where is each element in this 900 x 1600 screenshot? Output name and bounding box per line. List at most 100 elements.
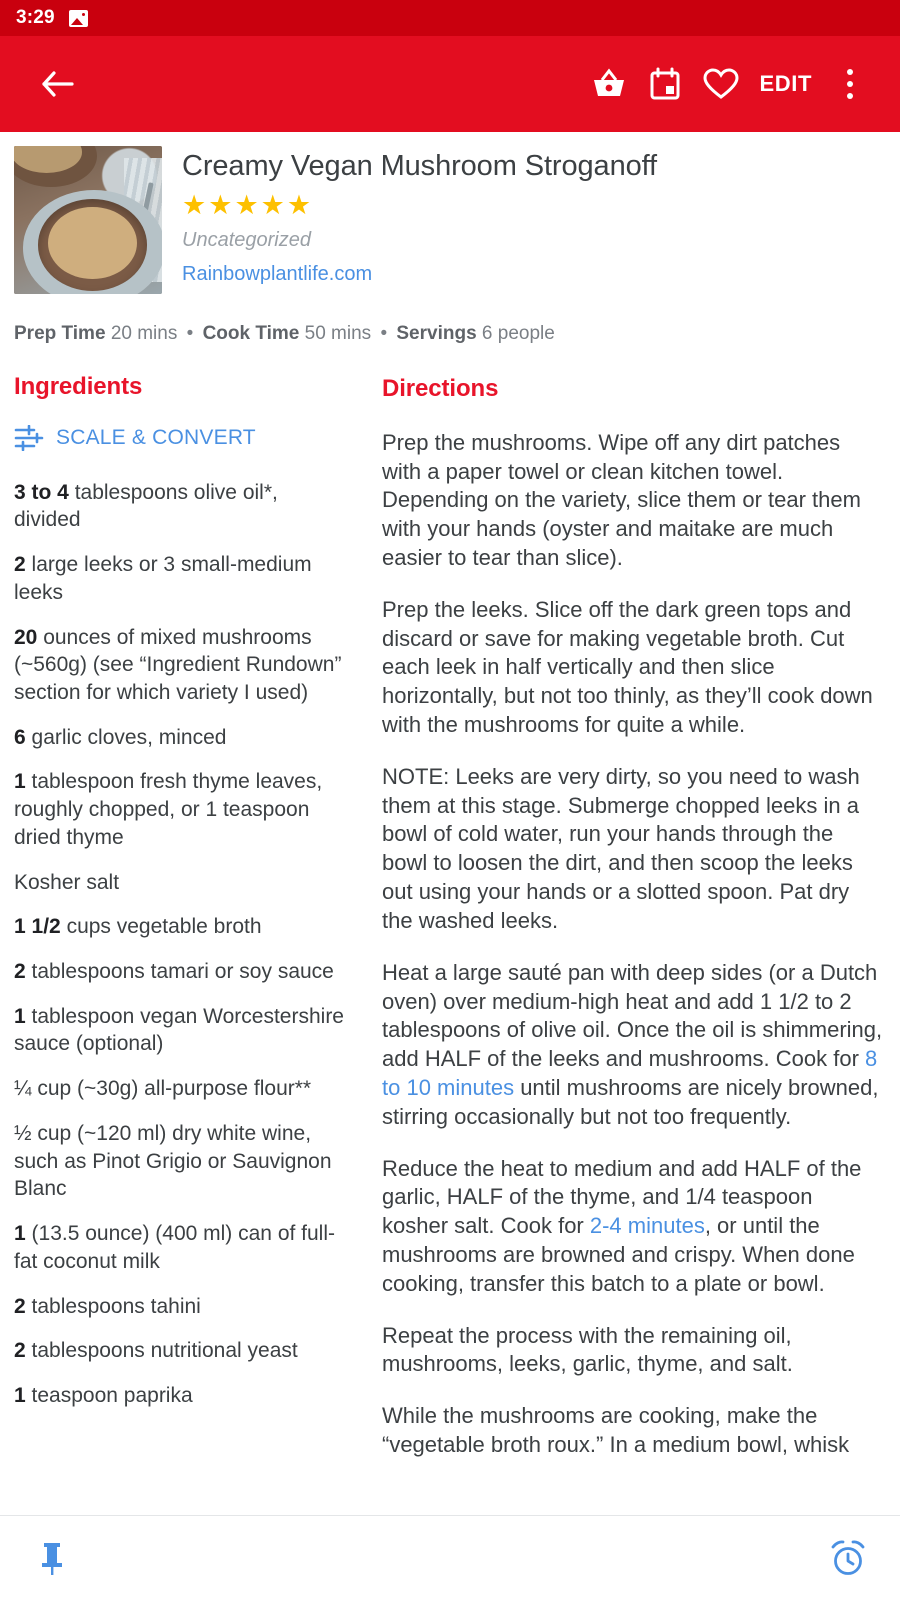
more-vertical-icon <box>847 69 853 75</box>
bottom-bar <box>0 1515 900 1600</box>
ingredient-text: garlic cloves, minced <box>31 725 227 749</box>
ingredient-item[interactable]: 3 to 4 tablespoons olive oil*, divided <box>14 479 350 534</box>
shopping-basket-button[interactable] <box>581 56 637 112</box>
ingredient-item[interactable]: 20 ounces of mixed mushrooms (~560g) (se… <box>14 624 350 707</box>
direction-paragraph: Prep the mushrooms. Wipe off any dirt pa… <box>382 429 884 573</box>
rating-stars[interactable]: ★ ★ ★ ★ ★ <box>182 192 884 219</box>
ingredient-text: tablespoons nutritional yeast <box>31 1339 298 1363</box>
direction-text: Prep the leeks. Slice off the dark green… <box>382 596 873 737</box>
content-columns: Ingredients SCALE & CONVERT 3 to 4 table… <box>0 373 900 1458</box>
ingredient-quantity: 6 <box>14 725 26 749</box>
recipe-source-link[interactable]: Rainbowplantlife.com <box>182 263 884 286</box>
ingredient-item[interactable]: Kosher salt <box>14 869 350 897</box>
direction-text: Repeat the process with the remaining oi… <box>382 1322 793 1377</box>
ingredient-text: tablespoons tamari or soy sauce <box>31 960 334 984</box>
direction-paragraph: Heat a large sauté pan with deep sides (… <box>382 959 884 1132</box>
direction-paragraph: While the mushrooms are cooking, make th… <box>382 1402 884 1457</box>
back-button[interactable] <box>30 56 86 112</box>
tune-sliders-icon <box>14 424 44 451</box>
scale-convert-button[interactable]: SCALE & CONVERT <box>14 424 350 451</box>
direction-text: While the mushrooms are cooking, make th… <box>382 1403 850 1458</box>
app-bar: EDIT <box>0 36 900 132</box>
direction-paragraph: Reduce the heat to medium and add HALF o… <box>382 1155 884 1299</box>
prep-time-value: 20 mins <box>110 323 178 344</box>
ingredient-quantity: 2 <box>14 1294 26 1318</box>
direction-text: NOTE: Leeks are very dirty, so you need … <box>382 763 860 933</box>
ingredient-quantity: 3 to 4 <box>14 480 69 504</box>
page-title: Creamy Vegan Mushroom Stroganoff <box>182 150 658 182</box>
directions-heading: Directions <box>382 374 499 402</box>
shopping-basket-icon <box>594 68 625 96</box>
ingredient-item[interactable]: 1 tablespoon vegan Worcestershire sauce … <box>14 1003 350 1058</box>
ingredient-item[interactable]: 1 1/2 cups vegetable broth <box>14 913 350 941</box>
star-icon: ★ <box>234 190 259 221</box>
direction-paragraph: Prep the leeks. Slice off the dark green… <box>382 596 884 740</box>
pin-button[interactable] <box>24 1530 80 1586</box>
ingredient-item[interactable]: 2 tablespoons nutritional yeast <box>14 1337 350 1365</box>
ingredient-quantity: 1 <box>14 1383 26 1407</box>
directions-list: Prep the mushrooms. Wipe off any dirt pa… <box>382 429 884 1458</box>
heart-outline-icon <box>703 67 739 99</box>
servings-label: Servings <box>396 323 477 344</box>
ingredient-item[interactable]: ¼ cup (~30g) all-purpose flour** <box>14 1075 350 1103</box>
timer-link[interactable]: 2-4 minutes <box>590 1213 705 1238</box>
recipe-thumbnail[interactable] <box>14 146 162 294</box>
ingredient-item[interactable]: ½ cup (~120 ml) dry white wine, such as … <box>14 1120 350 1203</box>
prep-time-label: Prep Time <box>14 323 106 344</box>
cook-time-value: 50 mins <box>304 323 372 344</box>
more-vertical-icon-dot <box>847 93 853 99</box>
ingredient-quantity: 2 <box>14 1339 26 1363</box>
recipe-header: Creamy Vegan Mushroom Stroganoff ★ ★ ★ ★… <box>0 132 900 294</box>
ingredient-text: Kosher salt <box>14 870 120 894</box>
ingredient-quantity: 1 <box>14 770 26 794</box>
ingredient-text: ounces of mixed mushrooms (~560g) (see “… <box>14 625 342 704</box>
ingredient-quantity: 1 <box>14 1222 26 1246</box>
ingredient-item[interactable]: 1 tablespoon fresh thyme leaves, roughly… <box>14 768 350 851</box>
edit-button[interactable]: EDIT <box>749 56 822 112</box>
ingredients-list: 3 to 4 tablespoons olive oil*, divided 2 … <box>14 479 350 1410</box>
status-bar-icons <box>68 9 88 27</box>
ingredient-quantity: 1 <box>14 1004 26 1028</box>
scale-convert-label: SCALE & CONVERT <box>56 425 256 449</box>
ingredient-text: (13.5 ounce) (400 ml) can of full-fat co… <box>14 1222 336 1273</box>
more-vertical-icon-dot <box>847 81 853 87</box>
ingredient-quantity: 1 1/2 <box>14 915 61 939</box>
status-bar: 3:29 <box>0 0 900 36</box>
servings-value: 6 people <box>481 323 555 344</box>
ingredient-item[interactable]: 2 tablespoons tamari or soy sauce <box>14 958 350 986</box>
alarm-clock-icon <box>831 1540 865 1575</box>
meta-separator: • <box>380 323 388 344</box>
ingredient-text: ½ cup (~120 ml) dry white wine, such as … <box>14 1121 332 1201</box>
ingredient-item[interactable]: 2 large leeks or 3 small-medium leeks <box>14 551 350 606</box>
ingredient-quantity: 20 <box>14 625 38 649</box>
cook-time-label: Cook Time <box>202 323 300 344</box>
ingredient-item[interactable]: 1 teaspoon paprika <box>14 1382 350 1410</box>
star-icon: ★ <box>182 190 207 221</box>
meta-separator: • <box>186 323 194 344</box>
ingredient-text: large leeks or 3 small-medium leeks <box>14 553 312 604</box>
star-icon: ★ <box>286 190 312 221</box>
status-time: 3:29 <box>16 7 55 28</box>
calendar-button[interactable] <box>637 56 693 112</box>
star-icon: ★ <box>260 190 285 221</box>
timer-button[interactable] <box>820 1530 876 1586</box>
favorite-button[interactable] <box>693 56 749 112</box>
image-icon <box>68 9 88 27</box>
direction-paragraph: NOTE: Leeks are very dirty, so you need … <box>382 763 884 936</box>
ingredient-item[interactable]: 1 (13.5 ounce) (400 ml) can of full-fat … <box>14 1220 350 1275</box>
directions-column: Directions Prep the mushrooms. Wipe off … <box>366 373 884 1458</box>
direction-text: Prep the mushrooms. Wipe off any dirt pa… <box>382 429 861 570</box>
ingredient-text: ¼ cup (~30g) all-purpose flour** <box>14 1077 312 1101</box>
recipe-category: Uncategorized <box>182 229 311 252</box>
ingredient-item[interactable]: 2 tablespoons tahini <box>14 1293 350 1321</box>
direction-text: Heat a large sauté pan with deep sides (… <box>382 959 883 1072</box>
ingredient-item[interactable]: 6 garlic cloves, minced <box>14 724 350 752</box>
star-icon: ★ <box>208 190 233 221</box>
ingredient-text: cups vegetable broth <box>66 915 262 939</box>
ingredient-text: tablespoon vegan Worcestershire sauce (o… <box>14 1004 344 1056</box>
thumbnail-food <box>48 206 137 280</box>
ingredient-quantity: 2 <box>14 553 26 577</box>
back-arrow-icon <box>42 71 74 97</box>
more-options-button[interactable] <box>822 56 878 112</box>
recipe-header-info: Creamy Vegan Mushroom Stroganoff ★ ★ ★ ★… <box>182 146 884 294</box>
